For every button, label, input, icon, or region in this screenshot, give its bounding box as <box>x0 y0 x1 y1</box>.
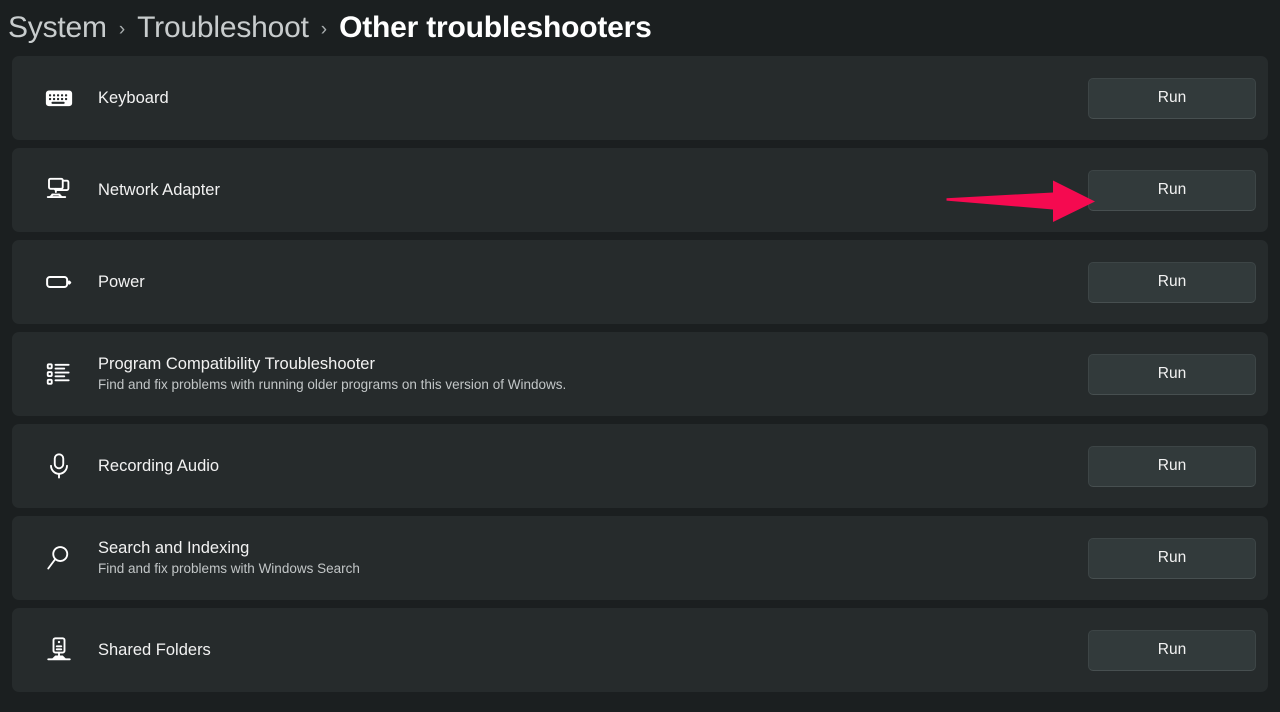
keyboard-icon <box>42 81 76 115</box>
row-subtitle: Find and fix problems with Windows Searc… <box>98 560 360 576</box>
run-button-search-indexing[interactable]: Run <box>1088 537 1256 579</box>
server-icon <box>42 633 76 667</box>
run-button-recording-audio[interactable]: Run <box>1088 445 1256 487</box>
run-button-keyboard[interactable]: Run <box>1088 77 1256 119</box>
run-button-program-compatibility[interactable]: Run <box>1088 353 1256 395</box>
row-text: Program Compatibility Troubleshooter Fin… <box>98 354 1088 394</box>
table-row[interactable]: Program Compatibility Troubleshooter Fin… <box>12 332 1268 416</box>
row-text: Search and Indexing Find and fix problem… <box>98 538 1088 578</box>
run-button-network-adapter[interactable]: Run <box>1088 169 1256 211</box>
table-row[interactable]: Power Run <box>12 240 1268 324</box>
row-title: Search and Indexing <box>98 539 250 558</box>
row-title: Keyboard <box>98 88 169 107</box>
row-title: Power <box>98 272 145 291</box>
row-text: Power <box>98 272 1088 293</box>
run-button-shared-folders[interactable]: Run <box>1088 629 1256 671</box>
row-title: Recording Audio <box>98 456 220 475</box>
network-adapter-icon <box>42 173 76 207</box>
chevron-right-icon: › <box>320 19 328 40</box>
row-text: Keyboard <box>98 88 1088 109</box>
breadcrumb-item-system[interactable]: System <box>8 11 107 45</box>
row-text: Recording Audio <box>98 456 1088 477</box>
table-row[interactable]: Recording Audio Run <box>12 424 1268 508</box>
table-row[interactable]: Search and Indexing Find and fix problem… <box>12 516 1268 600</box>
table-row[interactable]: Network Adapter Run <box>12 148 1268 232</box>
row-title: Shared Folders <box>98 640 211 659</box>
row-subtitle: Find and fix problems with running older… <box>98 376 567 392</box>
row-text: Network Adapter <box>98 180 1088 201</box>
row-title: Program Compatibility Troubleshooter <box>98 355 375 374</box>
breadcrumb: System › Troubleshoot › Other troublesho… <box>0 0 1280 56</box>
microphone-icon <box>42 449 76 483</box>
row-title: Network Adapter <box>98 180 220 199</box>
search-icon <box>42 541 76 575</box>
table-row[interactable]: Shared Folders Run <box>12 608 1268 692</box>
run-button-power[interactable]: Run <box>1088 261 1256 303</box>
row-text: Shared Folders <box>98 640 1088 661</box>
troubleshooter-list: Keyboard Run Network Adapter Run Power R… <box>0 56 1280 692</box>
page-title: Other troubleshooters <box>339 11 652 44</box>
chevron-right-icon: › <box>118 19 126 40</box>
list-icon <box>42 357 76 391</box>
breadcrumb-item-troubleshoot[interactable]: Troubleshoot <box>137 11 309 45</box>
battery-icon <box>42 265 76 299</box>
table-row[interactable]: Keyboard Run <box>12 56 1268 140</box>
